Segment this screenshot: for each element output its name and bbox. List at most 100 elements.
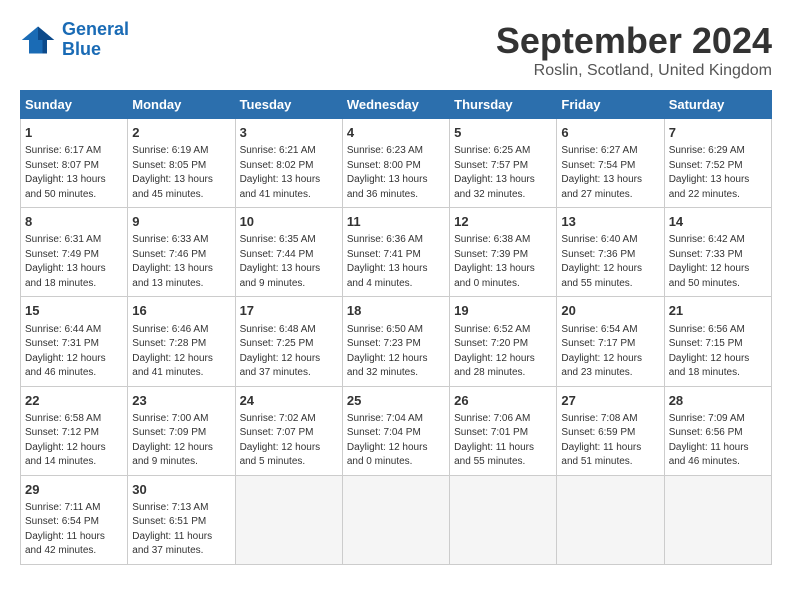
day-info: Sunrise: 6:23 AM Sunset: 8:00 PM Dayligh… [347, 144, 445, 202]
calendar-title: September 2024 [496, 20, 772, 62]
day-number: 26 [454, 392, 552, 410]
day-info: Sunrise: 7:02 AM Sunset: 7:07 PM Dayligh… [240, 412, 338, 470]
day-info: Sunrise: 7:00 AM Sunset: 7:09 PM Dayligh… [132, 412, 230, 470]
day-info: Sunrise: 7:06 AM Sunset: 7:01 PM Dayligh… [454, 412, 552, 470]
day-info: Sunrise: 6:40 AM Sunset: 7:36 PM Dayligh… [561, 233, 659, 291]
table-row: 1 Sunrise: 6:17 AM Sunset: 8:07 PM Daylig… [21, 119, 128, 208]
table-row: 13Sunrise: 6:40 AM Sunset: 7:36 PM Dayli… [557, 208, 664, 297]
day-number: 27 [561, 392, 659, 410]
day-info: Sunrise: 6:33 AM Sunset: 7:46 PM Dayligh… [132, 233, 230, 291]
day-info: Sunrise: 6:27 AM Sunset: 7:54 PM Dayligh… [561, 144, 659, 202]
table-row: 10 Sunrise: 6:35 AM Sunset: 7:44 PM Dayli… [235, 208, 342, 297]
col-monday: Monday [128, 91, 235, 119]
day-info: Sunrise: 6:52 AM Sunset: 7:20 PM Dayligh… [454, 323, 552, 381]
table-row [450, 475, 557, 564]
col-thursday: Thursday [450, 91, 557, 119]
day-number: 10 [240, 213, 338, 231]
col-sunday: Sunday [21, 91, 128, 119]
table-row: 7 Sunrise: 6:29 AM Sunset: 7:52 PM Daylig… [664, 119, 771, 208]
table-row [557, 475, 664, 564]
day-info: Sunrise: 7:11 AM Sunset: 6:54 PM Dayligh… [25, 501, 123, 559]
table-row [235, 475, 342, 564]
day-info: Sunrise: 6:31 AM Sunset: 7:49 PM Dayligh… [25, 233, 123, 291]
day-number: 1 [25, 124, 123, 142]
table-row: 16 Sunrise: 6:46 AM Sunset: 7:28 PM Dayli… [128, 297, 235, 386]
table-row: 11 Sunrise: 6:36 AM Sunset: 7:41 PM Dayli… [342, 208, 449, 297]
logo-icon [20, 22, 56, 58]
table-row: 22 Sunrise: 6:58 AM Sunset: 7:12 PM Dayli… [21, 386, 128, 475]
day-info: Sunrise: 6:36 AM Sunset: 7:41 PM Dayligh… [347, 233, 445, 291]
table-row: 19 Sunrise: 6:52 AM Sunset: 7:20 PM Dayli… [450, 297, 557, 386]
table-row: 17Sunrise: 6:48 AM Sunset: 7:25 PM Dayli… [235, 297, 342, 386]
col-friday: Friday [557, 91, 664, 119]
table-row: 29 Sunrise: 7:11 AM Sunset: 6:54 PM Dayli… [21, 475, 128, 564]
day-number: 8 [25, 213, 123, 231]
day-number: 29 [25, 481, 123, 499]
day-number: 21 [669, 302, 767, 320]
day-info: Sunrise: 6:29 AM Sunset: 7:52 PM Dayligh… [669, 144, 767, 202]
day-info: Sunrise: 7:13 AM Sunset: 6:51 PM Dayligh… [132, 501, 230, 559]
day-info: Sunrise: 6:50 AM Sunset: 7:23 PM Dayligh… [347, 323, 445, 381]
table-row: 3 Sunrise: 6:21 AM Sunset: 8:02 PM Daylig… [235, 119, 342, 208]
table-row [664, 475, 771, 564]
day-number: 18 [347, 302, 445, 320]
col-tuesday: Tuesday [235, 91, 342, 119]
table-row: 5Sunrise: 6:25 AM Sunset: 7:57 PM Daylig… [450, 119, 557, 208]
day-number: 25 [347, 392, 445, 410]
logo: General Blue [20, 20, 129, 60]
day-number: 22 [25, 392, 123, 410]
week-row: 8 Sunrise: 6:31 AM Sunset: 7:49 PM Daylig… [21, 208, 772, 297]
day-number: 19 [454, 302, 552, 320]
logo-text: General Blue [62, 20, 129, 60]
week-row: 22 Sunrise: 6:58 AM Sunset: 7:12 PM Dayli… [21, 386, 772, 475]
table-row: 21 Sunrise: 6:56 AM Sunset: 7:15 PM Dayli… [664, 297, 771, 386]
table-row: 28Sunrise: 7:09 AM Sunset: 6:56 PM Dayli… [664, 386, 771, 475]
calendar-subtitle: Roslin, Scotland, United Kingdom [496, 62, 772, 80]
table-row: 2 Sunrise: 6:19 AM Sunset: 8:05 PM Daylig… [128, 119, 235, 208]
table-row [342, 475, 449, 564]
day-number: 2 [132, 124, 230, 142]
calendar-table: Sunday Monday Tuesday Wednesday Thursday… [20, 90, 772, 565]
day-number: 11 [347, 213, 445, 231]
day-number: 6 [561, 124, 659, 142]
table-row: 24Sunrise: 7:02 AM Sunset: 7:07 PM Dayli… [235, 386, 342, 475]
week-row: 15 Sunrise: 6:44 AM Sunset: 7:31 PM Dayli… [21, 297, 772, 386]
table-row: 23Sunrise: 7:00 AM Sunset: 7:09 PM Dayli… [128, 386, 235, 475]
table-row: 9Sunrise: 6:33 AM Sunset: 7:46 PM Daylig… [128, 208, 235, 297]
col-wednesday: Wednesday [342, 91, 449, 119]
day-info: Sunrise: 6:44 AM Sunset: 7:31 PM Dayligh… [25, 323, 123, 381]
day-info: Sunrise: 6:35 AM Sunset: 7:44 PM Dayligh… [240, 233, 338, 291]
title-block: September 2024 Roslin, Scotland, United … [496, 20, 772, 80]
day-number: 15 [25, 302, 123, 320]
day-info: Sunrise: 6:25 AM Sunset: 7:57 PM Dayligh… [454, 144, 552, 202]
day-info: Sunrise: 6:21 AM Sunset: 8:02 PM Dayligh… [240, 144, 338, 202]
table-row: 12Sunrise: 6:38 AM Sunset: 7:39 PM Dayli… [450, 208, 557, 297]
header-row: Sunday Monday Tuesday Wednesday Thursday… [21, 91, 772, 119]
table-row: 26 Sunrise: 7:06 AM Sunset: 7:01 PM Dayli… [450, 386, 557, 475]
day-info: Sunrise: 7:08 AM Sunset: 6:59 PM Dayligh… [561, 412, 659, 470]
table-row: 8 Sunrise: 6:31 AM Sunset: 7:49 PM Daylig… [21, 208, 128, 297]
table-row: 20 Sunrise: 6:54 AM Sunset: 7:17 PM Dayli… [557, 297, 664, 386]
day-number: 7 [669, 124, 767, 142]
day-info: Sunrise: 6:56 AM Sunset: 7:15 PM Dayligh… [669, 323, 767, 381]
day-info: Sunrise: 6:19 AM Sunset: 8:05 PM Dayligh… [132, 144, 230, 202]
col-saturday: Saturday [664, 91, 771, 119]
table-row: 25Sunrise: 7:04 AM Sunset: 7:04 PM Dayli… [342, 386, 449, 475]
day-number: 16 [132, 302, 230, 320]
day-info: Sunrise: 6:38 AM Sunset: 7:39 PM Dayligh… [454, 233, 552, 291]
week-row: 1 Sunrise: 6:17 AM Sunset: 8:07 PM Daylig… [21, 119, 772, 208]
day-info: Sunrise: 6:42 AM Sunset: 7:33 PM Dayligh… [669, 233, 767, 291]
day-number: 30 [132, 481, 230, 499]
day-number: 14 [669, 213, 767, 231]
day-info: Sunrise: 6:58 AM Sunset: 7:12 PM Dayligh… [25, 412, 123, 470]
table-row: 14 Sunrise: 6:42 AM Sunset: 7:33 PM Dayli… [664, 208, 771, 297]
day-info: Sunrise: 6:54 AM Sunset: 7:17 PM Dayligh… [561, 323, 659, 381]
day-info: Sunrise: 6:46 AM Sunset: 7:28 PM Dayligh… [132, 323, 230, 381]
day-info: Sunrise: 7:09 AM Sunset: 6:56 PM Dayligh… [669, 412, 767, 470]
table-row: 27 Sunrise: 7:08 AM Sunset: 6:59 PM Dayli… [557, 386, 664, 475]
day-number: 3 [240, 124, 338, 142]
day-number: 20 [561, 302, 659, 320]
day-info: Sunrise: 6:17 AM Sunset: 8:07 PM Dayligh… [25, 144, 123, 202]
header: General Blue September 2024 Roslin, Scot… [20, 20, 772, 80]
day-info: Sunrise: 6:48 AM Sunset: 7:25 PM Dayligh… [240, 323, 338, 381]
